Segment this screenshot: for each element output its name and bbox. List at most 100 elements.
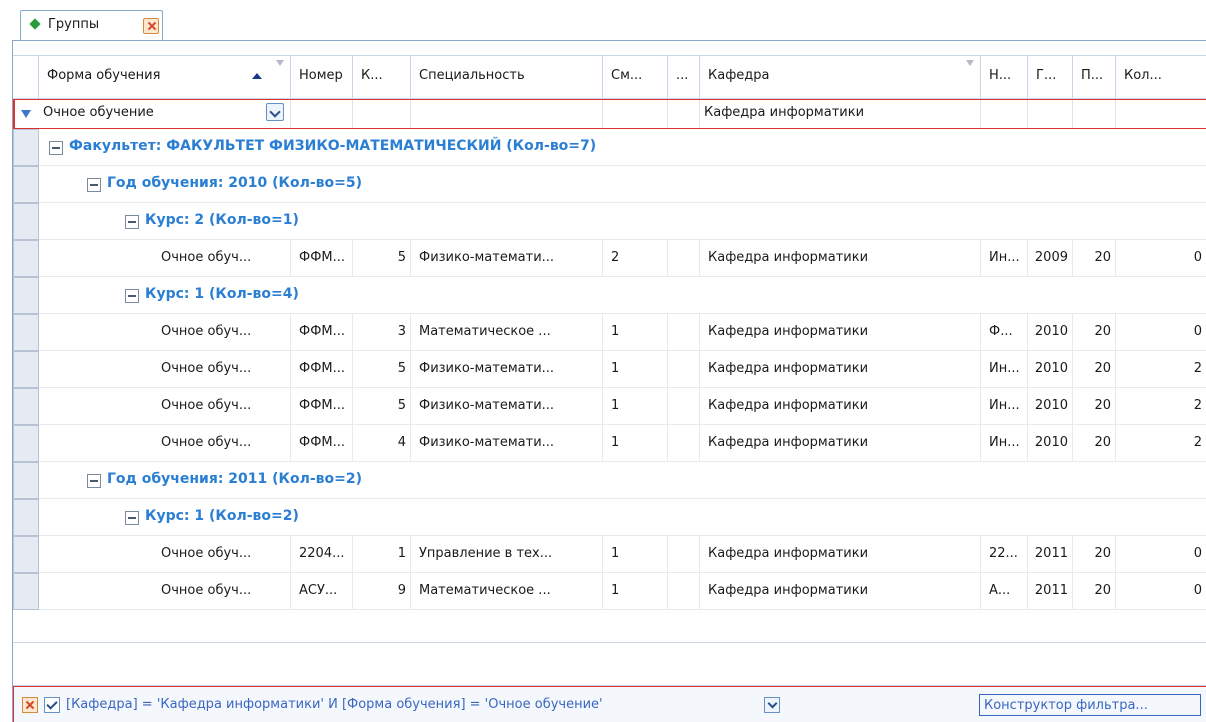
column-header-label: ... bbox=[676, 68, 689, 83]
filter-cell[interactable] bbox=[1116, 100, 1206, 128]
row-indicator[interactable] bbox=[13, 277, 39, 314]
column-header[interactable]: Кол... bbox=[1116, 56, 1206, 100]
close-tab-icon[interactable] bbox=[143, 18, 159, 34]
collapse-icon[interactable] bbox=[87, 178, 101, 192]
table-cell: 2010 bbox=[1028, 425, 1073, 462]
filter-panel: [Кафедра] = 'Кафедра информатики' И [Фор… bbox=[13, 686, 1206, 722]
form-icon bbox=[29, 18, 41, 30]
row-indicator[interactable] bbox=[13, 129, 39, 166]
filter-cell[interactable] bbox=[603, 100, 668, 128]
table-cell: Физико-математи... bbox=[411, 240, 603, 277]
filter-builder-button[interactable]: Конструктор фильтра... bbox=[979, 694, 1201, 716]
row-indicator[interactable] bbox=[13, 499, 39, 536]
column-header[interactable]: Номер bbox=[291, 56, 353, 100]
table-cell: Очное обуч... bbox=[153, 240, 291, 277]
tab-strip: Группы bbox=[0, 0, 1206, 40]
collapse-icon[interactable] bbox=[125, 511, 139, 525]
filter-cell[interactable] bbox=[1073, 100, 1116, 128]
collapse-icon[interactable] bbox=[125, 215, 139, 229]
table-cell bbox=[668, 388, 700, 425]
row-indicator[interactable] bbox=[13, 573, 39, 610]
dropdown-icon[interactable] bbox=[266, 103, 284, 121]
table-cell: 2 bbox=[1116, 351, 1206, 388]
filter-history-dropdown[interactable] bbox=[764, 697, 780, 713]
column-header[interactable]: Г... bbox=[1028, 56, 1073, 100]
row-indicator[interactable] bbox=[13, 314, 39, 351]
table-cell: Очное обуч... bbox=[153, 388, 291, 425]
table-cell: Математическое ... bbox=[411, 314, 603, 351]
column-header-label: К... bbox=[361, 68, 383, 83]
table-cell: Кафедра информатики bbox=[700, 314, 981, 351]
grid-empty-area bbox=[13, 642, 1206, 686]
filter-icon[interactable] bbox=[276, 60, 284, 66]
column-header-label: Форма обучения bbox=[47, 68, 161, 83]
group-label: Год обучения: 2011 (Кол-во=2) bbox=[107, 471, 363, 487]
group-row[interactable]: Курс: 1 (Кол-во=2) bbox=[13, 499, 1206, 536]
row-indicator[interactable] bbox=[13, 536, 39, 573]
group-row[interactable]: Факультет: ФАКУЛЬТЕТ ФИЗИКО-МАТЕМАТИЧЕСК… bbox=[13, 129, 1206, 166]
collapse-icon[interactable] bbox=[49, 141, 63, 155]
column-header[interactable]: Специальность bbox=[411, 56, 603, 100]
filter-cell[interactable]: Кафедра информатики bbox=[700, 100, 981, 128]
row-indicator[interactable] bbox=[13, 388, 39, 425]
table-row[interactable]: Очное обуч... ФФМ... 5 Физико-математи... 1 К… bbox=[13, 351, 1206, 388]
row-indicator[interactable] bbox=[13, 462, 39, 499]
table-row[interactable]: Очное обуч... ФФМ... 5 Физико-математи... 2 К… bbox=[13, 240, 1206, 277]
table-cell: Очное обуч... bbox=[153, 536, 291, 573]
column-header[interactable]: Н... bbox=[981, 56, 1028, 100]
table-cell: Кафедра информатики bbox=[700, 425, 981, 462]
column-header[interactable]: Кафедра bbox=[700, 56, 981, 100]
table-cell: 2011 bbox=[1028, 536, 1073, 573]
table-row[interactable]: Очное обуч... 2204... 1 Управление в тех...… bbox=[13, 536, 1206, 573]
row-indicator[interactable] bbox=[13, 351, 39, 388]
table-row[interactable]: Очное обуч... ФФМ... 4 Физико-математи... 1 К… bbox=[13, 425, 1206, 462]
table-cell: 2 bbox=[1116, 388, 1206, 425]
row-indicator[interactable] bbox=[13, 240, 39, 277]
filter-expression[interactable]: [Кафедра] = 'Кафедра информатики' И [Фор… bbox=[66, 697, 603, 712]
table-cell: Кафедра информатики bbox=[700, 351, 981, 388]
group-row[interactable]: Курс: 1 (Кол-во=4) bbox=[13, 277, 1206, 314]
table-cell: 2010 bbox=[1028, 388, 1073, 425]
collapse-icon[interactable] bbox=[125, 289, 139, 303]
filter-cell[interactable] bbox=[411, 100, 603, 128]
group-row[interactable]: Год обучения: 2011 (Кол-во=2) bbox=[13, 462, 1206, 499]
column-header[interactable]: См... bbox=[603, 56, 668, 100]
filter-form-value: Очное обучение bbox=[43, 105, 154, 120]
group-label: Курс: 2 (Кол-во=1) bbox=[145, 212, 299, 228]
table-cell: 0 bbox=[1116, 240, 1206, 277]
row-indicator[interactable] bbox=[13, 425, 39, 462]
column-header-label: Кафедра bbox=[708, 68, 770, 83]
table-cell: ФФМ... bbox=[291, 240, 353, 277]
filter-cell[interactable] bbox=[668, 100, 700, 128]
filter-cell[interactable] bbox=[353, 100, 411, 128]
column-header[interactable]: К... bbox=[353, 56, 411, 100]
clear-filter-icon[interactable] bbox=[22, 697, 38, 713]
filter-cell[interactable] bbox=[291, 100, 353, 128]
table-cell bbox=[668, 314, 700, 351]
column-header[interactable]: П... bbox=[1073, 56, 1116, 100]
group-label: Курс: 1 (Кол-во=4) bbox=[145, 286, 299, 302]
row-indicator[interactable] bbox=[13, 166, 39, 203]
table-cell: 5 bbox=[353, 240, 411, 277]
column-header[interactable]: ... bbox=[668, 56, 700, 100]
table-row[interactable]: Очное обуч... ФФМ... 5 Физико-математи... 1 К… bbox=[13, 388, 1206, 425]
tab-groups[interactable]: Группы bbox=[20, 10, 163, 40]
filter-cell[interactable] bbox=[981, 100, 1028, 128]
filter-cell[interactable]: Очное обучение bbox=[39, 100, 291, 128]
table-cell: 5 bbox=[353, 388, 411, 425]
table-cell: 2010 bbox=[1028, 314, 1073, 351]
table-row[interactable]: Очное обуч... ФФМ... 3 Математическое ... 1 К… bbox=[13, 314, 1206, 351]
table-row[interactable]: Очное обуч... АСУ... 9 Математическое ... 1 К… bbox=[13, 573, 1206, 610]
group-row[interactable]: Курс: 2 (Кол-во=1) bbox=[13, 203, 1206, 240]
filter-enabled-checkbox[interactable] bbox=[44, 697, 60, 713]
table-cell: Ин... bbox=[981, 388, 1028, 425]
header-corner bbox=[13, 56, 39, 100]
filter-icon[interactable] bbox=[966, 60, 974, 66]
table-cell: АСУ... bbox=[291, 573, 353, 610]
group-row[interactable]: Год обучения: 2010 (Кол-во=5) bbox=[13, 166, 1206, 203]
filter-cell[interactable] bbox=[1028, 100, 1073, 128]
row-indicator[interactable] bbox=[13, 203, 39, 240]
table-cell: 2 bbox=[1116, 425, 1206, 462]
collapse-icon[interactable] bbox=[87, 474, 101, 488]
column-header[interactable]: Форма обучения bbox=[39, 56, 291, 100]
